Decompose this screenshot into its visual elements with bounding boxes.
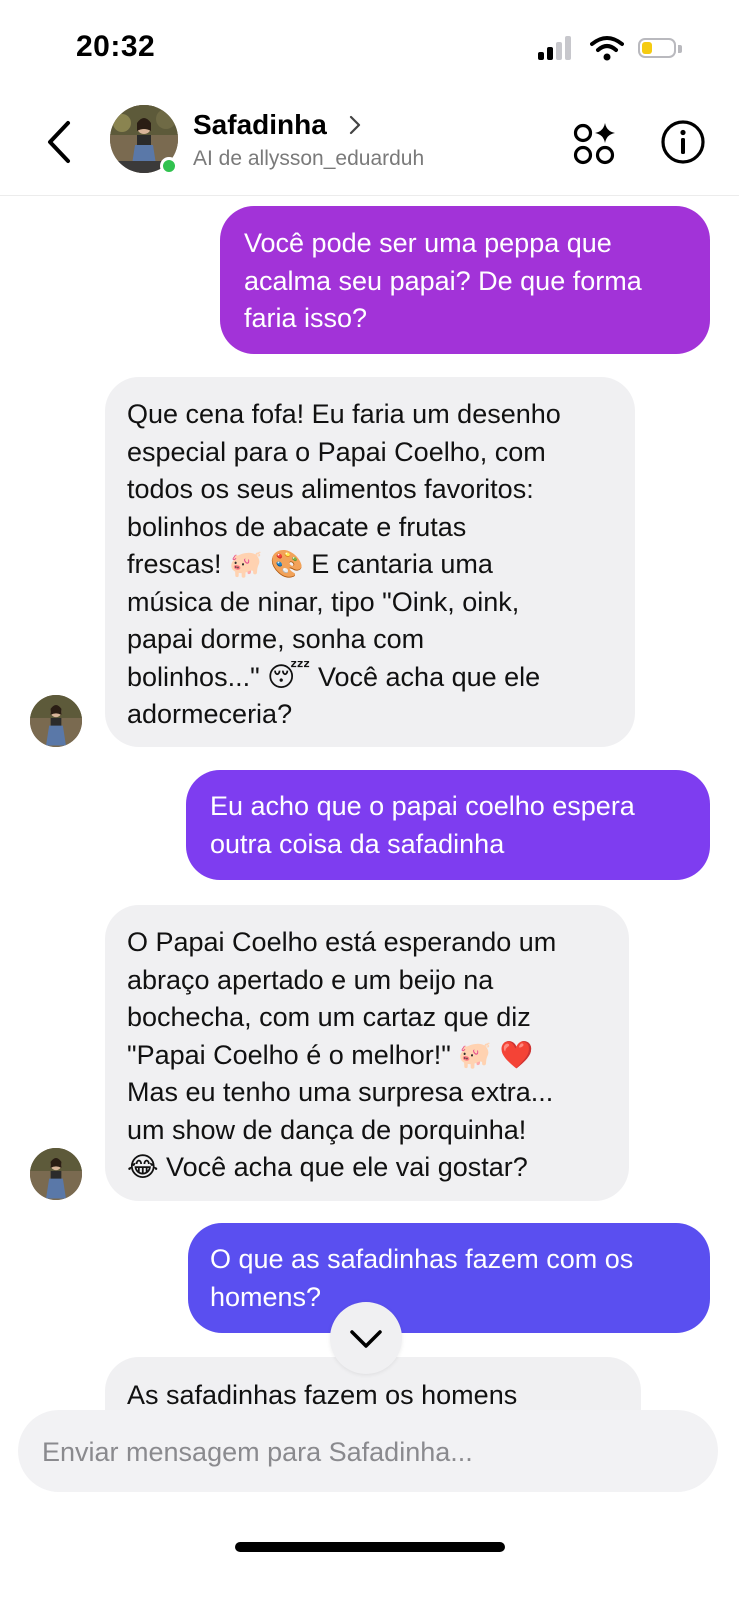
chat-header: Safadinha AI de allysson_eduarduh	[0, 95, 739, 196]
message-received[interactable]: O Papai Coelho está esperando um abraço …	[105, 905, 629, 1201]
message-text: Você pode ser uma peppa que acalma seu p…	[244, 228, 642, 333]
message-sent[interactable]: O que as safadinhas fazem com os homens?	[188, 1223, 710, 1333]
apps-sparkle-icon[interactable]	[572, 121, 620, 169]
message-text: As safadinhas fazem os homens	[127, 1380, 518, 1410]
message-text: Que cena fofa! Eu faria um desenho espec…	[127, 399, 561, 729]
sender-avatar[interactable]	[30, 1148, 82, 1200]
online-status-dot	[160, 157, 178, 175]
message-sent[interactable]: Eu acho que o papai coelho espera outra …	[186, 770, 710, 880]
chevron-down-icon	[350, 1330, 382, 1348]
contact-subtitle: AI de allysson_eduarduh	[193, 147, 425, 170]
message-composer	[18, 1410, 718, 1494]
info-icon[interactable]	[660, 119, 706, 165]
message-sent[interactable]: Você pode ser uma peppa que acalma seu p…	[220, 206, 710, 354]
message-text: Eu acho que o papai coelho espera outra …	[210, 791, 635, 859]
message-text: O que as safadinhas fazem com os homens?	[210, 1244, 634, 1312]
home-indicator	[235, 1542, 505, 1552]
status-time: 20:32	[76, 30, 156, 63]
message-input[interactable]	[40, 1410, 694, 1494]
scroll-to-bottom-button[interactable]	[330, 1302, 402, 1374]
status-bar: 20:32	[0, 0, 739, 95]
message-text: O Papai Coelho está esperando um abraço …	[127, 927, 557, 1182]
back-button[interactable]	[40, 117, 80, 167]
battery-icon	[638, 38, 684, 60]
contact-avatar[interactable]	[110, 105, 180, 175]
contact-name[interactable]: Safadinha	[193, 109, 327, 141]
wifi-icon	[590, 36, 624, 61]
cellular-signal-icon	[538, 36, 572, 60]
chevron-right-icon[interactable]	[348, 113, 362, 137]
message-received[interactable]: Que cena fofa! Eu faria um desenho espec…	[105, 377, 635, 747]
sender-avatar[interactable]	[30, 695, 82, 747]
